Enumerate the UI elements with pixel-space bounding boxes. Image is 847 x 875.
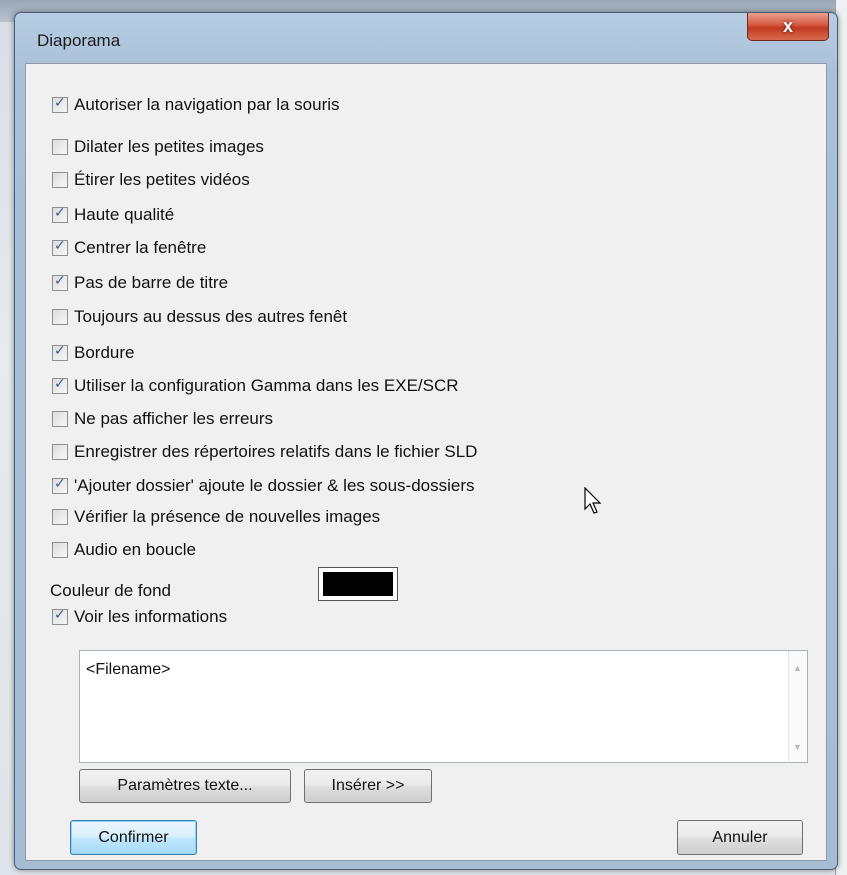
check-icon: ✓ bbox=[54, 376, 66, 392]
option-checkbox-row[interactable]: Enregistrer des répertoires relatifs dan… bbox=[52, 441, 477, 463]
option-label: Pas de barre de titre bbox=[74, 273, 229, 292]
mouse-pointer-icon bbox=[584, 487, 602, 514]
option-checkbox[interactable]: ✓ bbox=[52, 376, 68, 394]
text-settings-button[interactable]: Paramètres texte... bbox=[79, 769, 291, 803]
show-info-checkbox[interactable]: ✓ bbox=[52, 607, 68, 625]
check-icon: ✓ bbox=[54, 238, 66, 254]
option-checkbox-row[interactable]: Vérifier la présence de nouvelles images bbox=[52, 506, 380, 528]
option-checkbox[interactable] bbox=[52, 509, 68, 525]
option-checkbox-row[interactable]: Audio en boucle bbox=[52, 539, 196, 561]
option-label: Dilater les petites images bbox=[74, 137, 264, 156]
check-icon: ✓ bbox=[54, 607, 66, 623]
check-icon: ✓ bbox=[54, 205, 66, 221]
background-color-label: Couleur de fond bbox=[50, 581, 171, 600]
close-button[interactable]: x bbox=[747, 13, 829, 41]
option-checkbox-row[interactable]: ✓ Utiliser la configuration Gamma dans le… bbox=[52, 375, 459, 397]
option-checkbox-row[interactable]: ✓ Pas de barre de titre bbox=[52, 272, 228, 294]
check-icon: ✓ bbox=[54, 95, 66, 111]
option-checkbox-row[interactable]: ✓ Centrer la fenêtre bbox=[52, 237, 206, 259]
diaporama-dialog: Diaporama x ✓ Autoriser la navigation par… bbox=[14, 12, 838, 870]
check-icon: ✓ bbox=[54, 273, 66, 289]
option-label: Utiliser la configuration Gamma dans les… bbox=[74, 376, 459, 395]
option-checkbox[interactable]: ✓ bbox=[52, 476, 68, 494]
option-checkbox-row[interactable]: ✓ Bordure bbox=[52, 342, 134, 364]
option-checkbox[interactable]: ✓ bbox=[52, 238, 68, 256]
option-checkbox-row[interactable]: Dilater les petites images bbox=[52, 136, 264, 158]
scroll-down-arrow-icon[interactable]: ▼ bbox=[793, 742, 802, 752]
option-checkbox[interactable]: ✓ bbox=[52, 95, 68, 113]
info-text-scrollbar[interactable]: ▲ ▼ bbox=[788, 651, 807, 762]
check-icon: ✓ bbox=[54, 476, 66, 492]
option-checkbox-row[interactable]: ✓ Haute qualité bbox=[52, 204, 174, 226]
option-checkbox[interactable] bbox=[52, 542, 68, 558]
title-bar[interactable]: Diaporama x bbox=[15, 13, 837, 63]
option-checkbox[interactable] bbox=[52, 309, 68, 325]
option-checkbox[interactable] bbox=[52, 172, 68, 188]
option-label: Haute qualité bbox=[74, 205, 175, 224]
background-color-button[interactable] bbox=[318, 567, 398, 601]
dialog-title: Diaporama bbox=[37, 31, 121, 50]
insert-button[interactable]: Insérer >> bbox=[304, 769, 432, 803]
option-label: Enregistrer des répertoires relatifs dan… bbox=[74, 442, 478, 461]
confirm-button[interactable]: Confirmer bbox=[70, 820, 197, 855]
option-checkbox-row[interactable]: ✓ Autoriser la navigation par la souris bbox=[52, 94, 340, 116]
option-label: Vérifier la présence de nouvelles images bbox=[74, 507, 381, 526]
scroll-up-arrow-icon[interactable]: ▲ bbox=[793, 663, 802, 673]
option-checkbox-row[interactable]: Ne pas afficher les erreurs bbox=[52, 408, 273, 430]
option-label: Ne pas afficher les erreurs bbox=[74, 409, 274, 428]
close-icon: x bbox=[782, 16, 793, 36]
cancel-button[interactable]: Annuler bbox=[677, 820, 803, 855]
info-text-area[interactable]: <Filename> ▲ ▼ bbox=[79, 650, 808, 763]
option-label: Audio en boucle bbox=[74, 540, 196, 559]
dialog-content: ✓ Autoriser la navigation par la souris Di… bbox=[25, 63, 827, 861]
check-icon: ✓ bbox=[54, 343, 66, 359]
option-label: 'Ajouter dossier' ajoute le dossier & le… bbox=[74, 476, 475, 495]
option-checkbox[interactable] bbox=[52, 139, 68, 155]
option-checkbox[interactable] bbox=[52, 444, 68, 460]
option-checkbox[interactable] bbox=[52, 411, 68, 427]
option-label: Toujours au dessus des autres fenêt bbox=[74, 307, 348, 326]
info-text-value: <Filename> bbox=[86, 661, 171, 678]
option-checkbox-row[interactable]: Toujours au dessus des autres fenêt bbox=[52, 306, 347, 328]
option-checkbox[interactable]: ✓ bbox=[52, 343, 68, 361]
option-checkbox-row[interactable]: ✓ 'Ajouter dossier' ajoute le dossier & l… bbox=[52, 475, 475, 497]
option-checkbox[interactable]: ✓ bbox=[52, 273, 68, 291]
option-label: Bordure bbox=[74, 343, 135, 362]
option-label: Étirer les petites vidéos bbox=[74, 170, 250, 189]
option-label: Autoriser la navigation par la souris bbox=[74, 95, 340, 114]
option-label: Centrer la fenêtre bbox=[74, 238, 207, 257]
option-checkbox[interactable]: ✓ bbox=[52, 205, 68, 223]
option-checkbox-row[interactable]: Étirer les petites vidéos bbox=[52, 169, 250, 191]
show-info-checkbox-row[interactable]: ✓ Voir les informations bbox=[52, 606, 227, 628]
background-color-swatch bbox=[323, 572, 393, 596]
show-info-label: Voir les informations bbox=[74, 607, 228, 626]
